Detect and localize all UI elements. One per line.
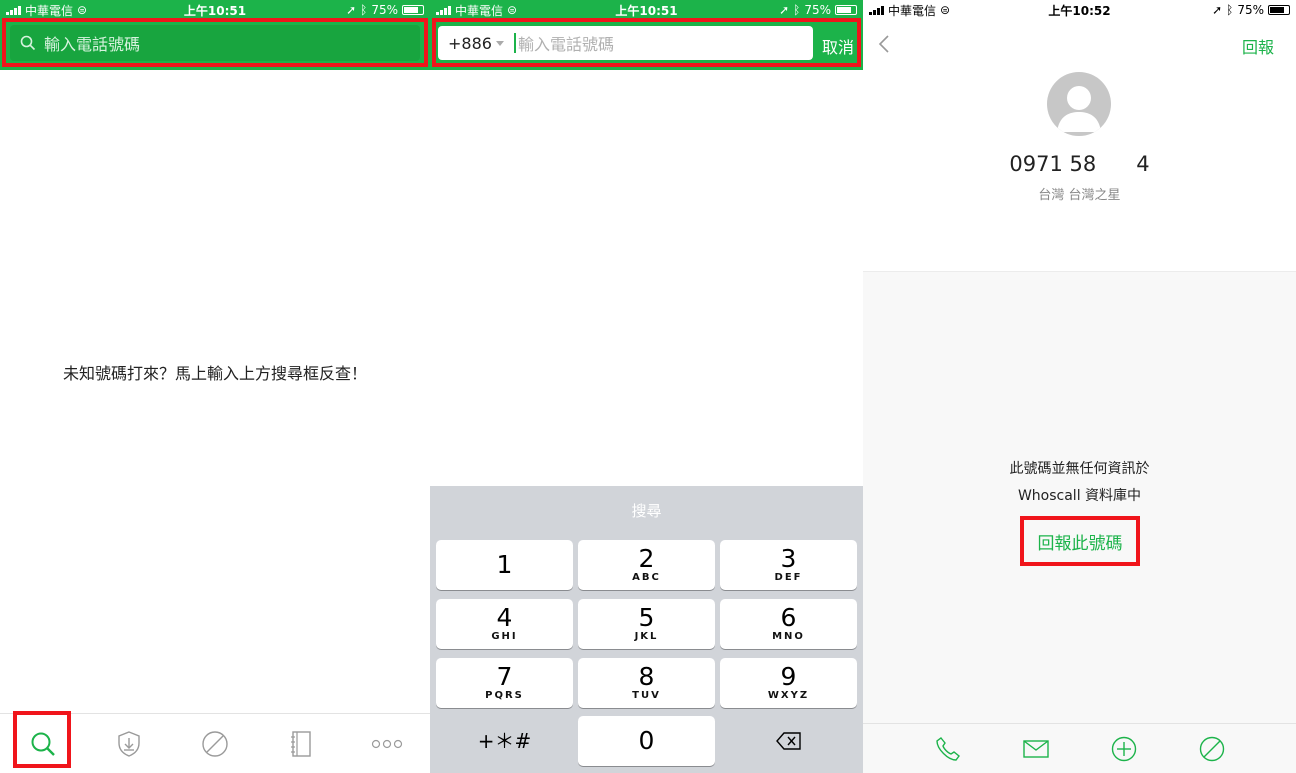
- status-time: 上午10:51: [183, 3, 247, 18]
- phone-number: 0971 58 4: [1009, 152, 1150, 176]
- notebook-icon: [291, 730, 311, 757]
- carrier-label: 中華電信: [25, 3, 74, 18]
- call-button[interactable]: [934, 735, 962, 763]
- avatar: [1047, 72, 1111, 136]
- key-symbols-label: +＊#: [477, 729, 532, 753]
- mail-icon: [1022, 739, 1049, 758]
- signal-icon: [436, 5, 451, 15]
- battery-percent: 75%: [1237, 3, 1264, 17]
- key-2[interactable]: 2 ABC: [578, 540, 715, 590]
- empty-hint: 未知號碼打來？馬上輸入上方搜尋框反查！: [62, 364, 367, 383]
- tab-more[interactable]: [363, 720, 411, 768]
- link-icon: ⊜: [77, 3, 88, 17]
- block-icon: [1199, 736, 1224, 761]
- key-6[interactable]: 6 MNO: [720, 599, 857, 649]
- key-1[interactable]: 1: [436, 540, 573, 590]
- key-digit: 0: [638, 726, 655, 755]
- result-screen: 中華電信 ⊜ 上午10:52 ➚ ᛒ 75% 回報 0971 58 4 台灣 台…: [863, 0, 1296, 773]
- block-button[interactable]: [1198, 735, 1226, 763]
- delete-key[interactable]: [720, 716, 857, 766]
- key-digit: 2: [638, 544, 655, 573]
- battery-percent: 75%: [371, 3, 398, 17]
- location-icon: ➚: [1212, 3, 1223, 17]
- key-symbols[interactable]: +＊#: [436, 716, 573, 766]
- more-icon: [371, 739, 403, 748]
- no-info-text: 此號碼並無任何資訊於: [1009, 461, 1150, 477]
- key-digit: 7: [496, 662, 513, 691]
- shield-download-icon: [118, 730, 140, 757]
- key-7[interactable]: 7 PQRS: [436, 658, 573, 708]
- battery-icon: [402, 5, 424, 15]
- status-time: 上午10:52: [1048, 3, 1111, 18]
- battery-icon: [1268, 5, 1290, 15]
- key-letters: TUV: [632, 690, 661, 701]
- link-icon: ⊜: [940, 3, 951, 17]
- carrier-label: 中華電信: [888, 3, 937, 18]
- battery-icon: [835, 5, 857, 15]
- key-letters: JKL: [634, 631, 659, 642]
- tab-block[interactable]: [191, 720, 239, 768]
- highlight-box: [1020, 516, 1140, 566]
- key-letters: MNO: [772, 631, 805, 642]
- key-9[interactable]: 9 WXYZ: [720, 658, 857, 708]
- add-contact-button[interactable]: [1110, 735, 1138, 763]
- highlight-box: [432, 18, 861, 67]
- block-icon: [202, 730, 228, 757]
- person-icon: [1057, 86, 1101, 132]
- status-bar: 中華電信 ⊜ 上午10:51 ➚ ᛒ 75%: [430, 0, 863, 20]
- report-button[interactable]: 回報: [1242, 34, 1274, 58]
- key-letters: PQRS: [485, 690, 524, 701]
- numeric-keyboard: 搜尋 1 2 ABC 3 DEF 4 GHI 5 JKL 6 MNO 7 PQR…: [430, 486, 863, 773]
- link-icon: ⊜: [507, 3, 518, 17]
- tab-database[interactable]: [105, 720, 153, 768]
- tab-contacts[interactable]: [277, 720, 325, 768]
- key-digit: 5: [638, 603, 655, 632]
- battery-percent: 75%: [804, 3, 831, 17]
- status-time: 上午10:51: [615, 3, 678, 18]
- signal-icon: [6, 5, 21, 15]
- key-0[interactable]: 0: [578, 716, 715, 766]
- key-digit: 3: [780, 544, 797, 573]
- back-button[interactable]: [877, 34, 891, 54]
- key-3[interactable]: 3 DEF: [720, 540, 857, 590]
- key-letters: DEF: [774, 572, 803, 583]
- key-letters: GHI: [491, 631, 518, 642]
- key-8[interactable]: 8 TUV: [578, 658, 715, 708]
- highlight-box: [13, 711, 71, 768]
- signal-icon: [869, 5, 884, 15]
- bluetooth-icon: ᛒ: [360, 3, 368, 17]
- bluetooth-icon: ᛒ: [793, 3, 801, 17]
- highlight-box: [2, 18, 428, 67]
- key-digit: 4: [496, 603, 513, 632]
- key-letters: WXYZ: [767, 690, 810, 701]
- carrier-label: 中華電信: [455, 3, 504, 18]
- bluetooth-icon: ᛒ: [1226, 3, 1234, 17]
- search-screen: 中華電信 ⊜ 上午10:51 ➚ ᛒ 75% 輸入電話號碼 未知號碼打來？馬上輸…: [0, 0, 430, 773]
- status-bar: 中華電信 ⊜ 上午10:51 ➚ ᛒ 75%: [0, 0, 430, 20]
- keyboard-title: 搜尋: [631, 502, 662, 520]
- add-icon: [1111, 736, 1136, 761]
- action-bar: [863, 723, 1296, 773]
- backspace-icon: [775, 732, 801, 750]
- phone-icon: [935, 736, 960, 761]
- no-info-text-2: Whoscall 資料庫中: [1017, 488, 1142, 504]
- key-letters: ABC: [632, 572, 661, 583]
- location-icon: ➚: [346, 3, 357, 17]
- key-digit: 1: [496, 550, 513, 579]
- carrier-location: 台灣 台灣之星: [1038, 188, 1121, 203]
- message-button[interactable]: [1022, 735, 1050, 763]
- key-4[interactable]: 4 GHI: [436, 599, 573, 649]
- status-bar: 中華電信 ⊜ 上午10:52 ➚ ᛒ 75%: [863, 0, 1296, 20]
- key-5[interactable]: 5 JKL: [578, 599, 715, 649]
- location-icon: ➚: [779, 3, 790, 17]
- key-digit: 6: [780, 603, 797, 632]
- key-digit: 9: [780, 662, 797, 691]
- input-screen: 中華電信 ⊜ 上午10:51 ➚ ᛒ 75% +886 輸入電話號碼 取消 搜尋…: [430, 0, 863, 773]
- key-digit: 8: [638, 662, 655, 691]
